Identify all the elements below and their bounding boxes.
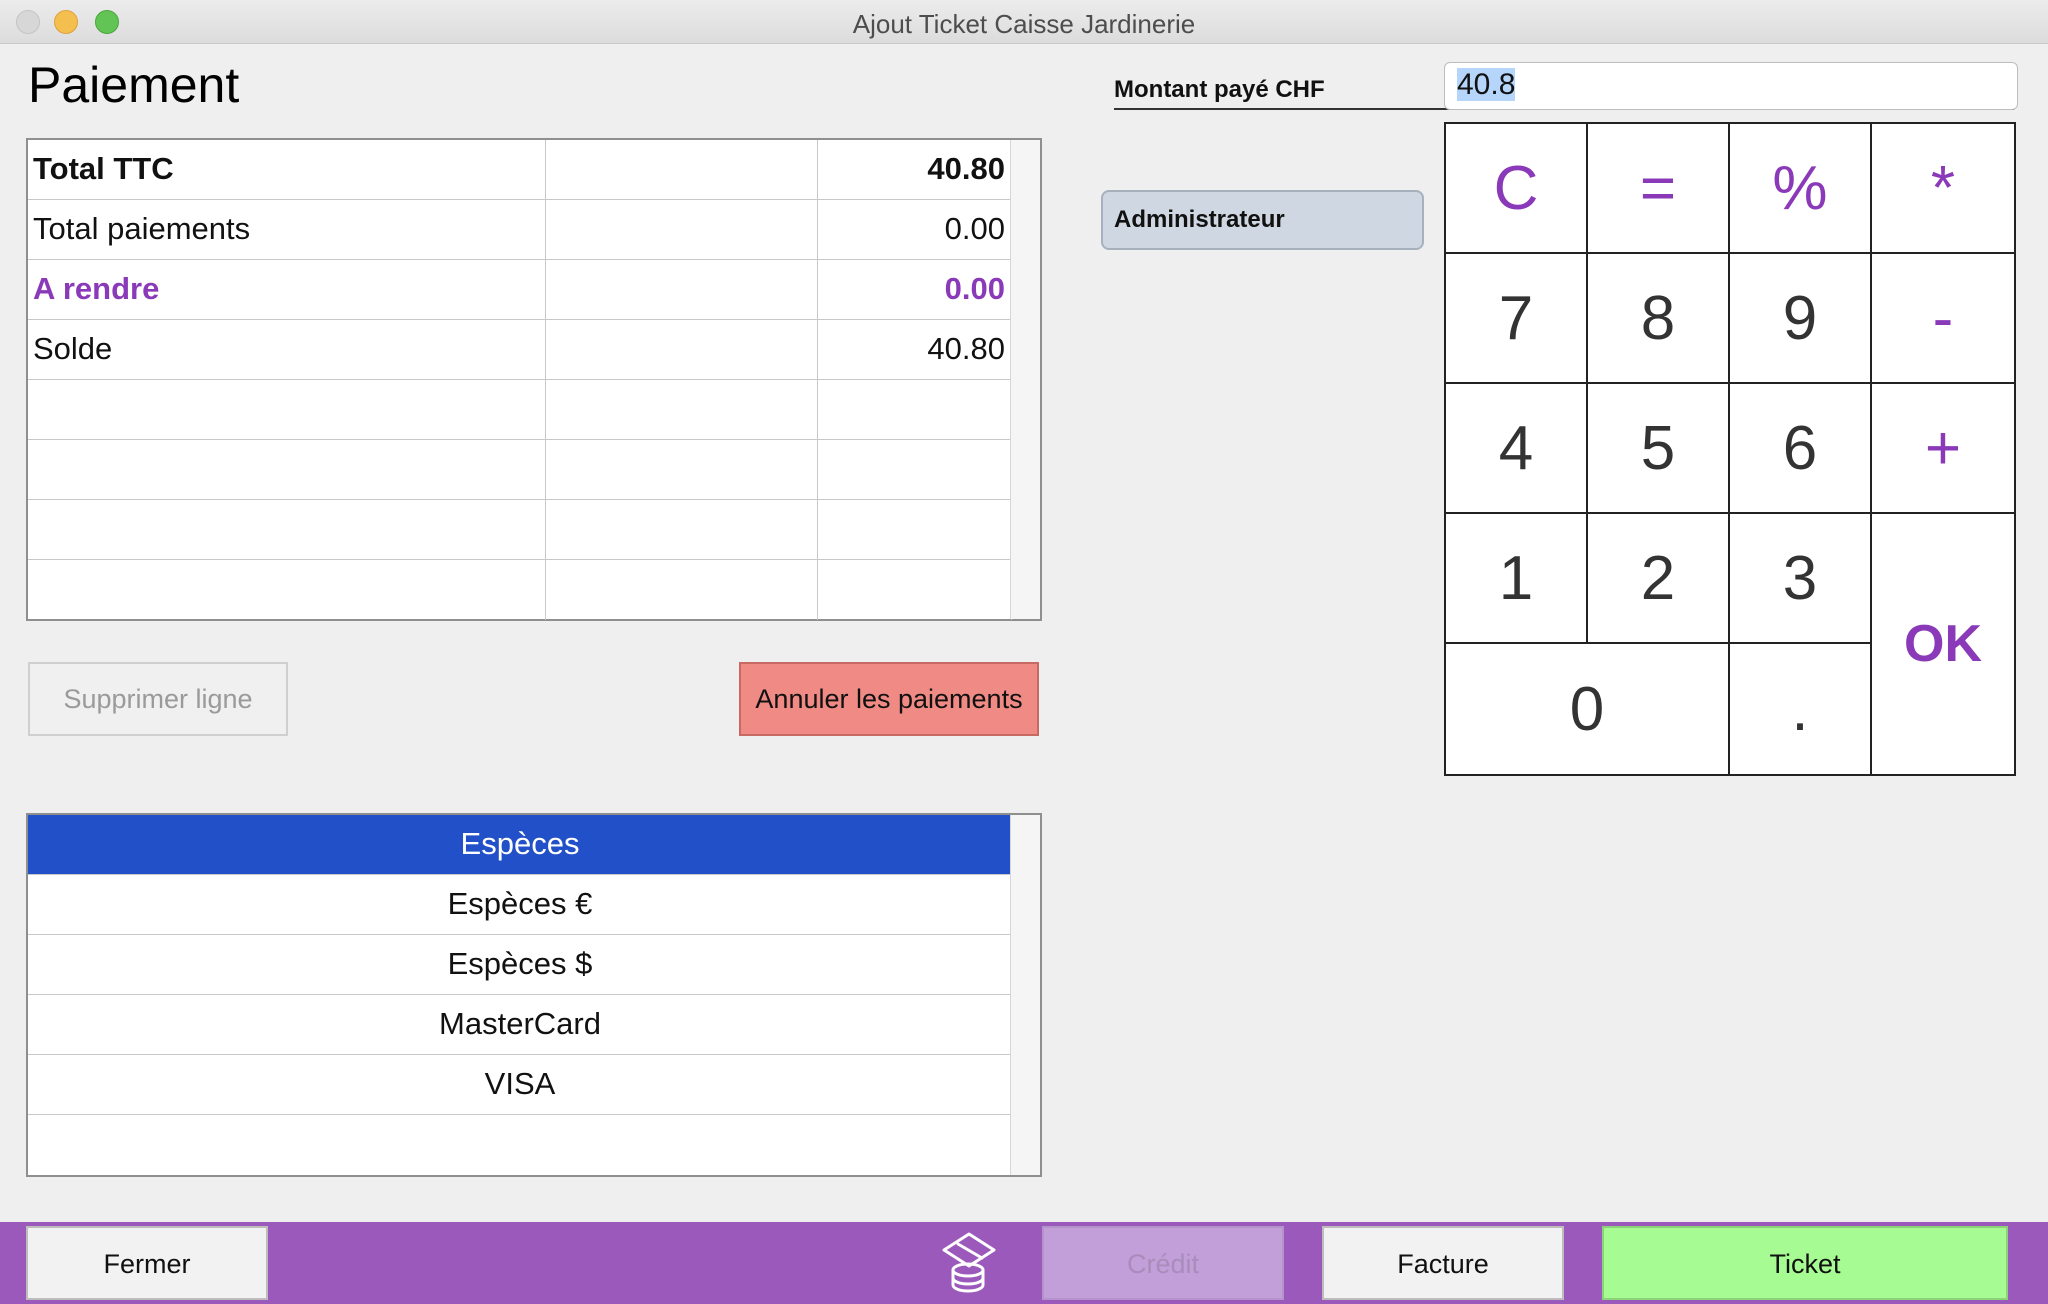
key-multiply[interactable]: * — [1872, 124, 2014, 254]
key-percent[interactable]: % — [1730, 124, 1872, 254]
total-payments-label: Total paiements — [28, 200, 546, 260]
payment-method-visa[interactable]: VISA — [28, 1055, 1012, 1115]
table-row-empty[interactable] — [28, 380, 1012, 440]
key-1[interactable]: 1 — [1446, 514, 1588, 644]
key-4[interactable]: 4 — [1446, 384, 1588, 514]
totals-scrollbar[interactable] — [1010, 140, 1040, 619]
amount-paid-input[interactable]: 40.8 — [1444, 62, 2018, 110]
administrator-button[interactable]: Administrateur — [1101, 190, 1424, 250]
ticket-button[interactable]: Ticket — [1602, 1226, 2008, 1300]
totals-table: Total TTC 40.80 Total paiements 0.00 A r… — [26, 138, 1042, 621]
key-equals[interactable]: = — [1588, 124, 1730, 254]
total-ttc-value: 40.80 — [818, 140, 1012, 200]
table-row-empty[interactable] — [28, 440, 1012, 500]
table-row-empty[interactable] — [28, 500, 1012, 560]
methods-scrollbar[interactable] — [1010, 815, 1040, 1175]
key-clear[interactable]: C — [1446, 124, 1588, 254]
credit-button[interactable]: Crédit — [1042, 1226, 1284, 1300]
cash-drawer-icon[interactable] — [938, 1230, 1000, 1294]
payment-methods-list: Espèces Espèces € Espèces $ MasterCard V… — [26, 813, 1042, 1177]
key-6[interactable]: 6 — [1730, 384, 1872, 514]
payment-method-mastercard[interactable]: MasterCard — [28, 995, 1012, 1055]
change-due-value: 0.00 — [818, 260, 1012, 320]
list-item-empty[interactable] — [28, 1115, 1012, 1175]
key-ok[interactable]: OK — [1872, 514, 2014, 774]
table-cell — [546, 260, 818, 320]
cancel-payments-button[interactable]: Annuler les paiements — [739, 662, 1039, 736]
payment-method-cash[interactable]: Espèces — [28, 815, 1012, 875]
key-decimal[interactable]: . — [1730, 644, 1872, 774]
key-9[interactable]: 9 — [1730, 254, 1872, 384]
page-title: Paiement — [28, 57, 240, 113]
total-ttc-label: Total TTC — [28, 140, 546, 200]
table-row[interactable]: Solde 40.80 — [28, 320, 1012, 380]
change-due-label: A rendre — [28, 260, 546, 320]
amount-paid-value: 40.8 — [1457, 68, 1516, 101]
balance-label: Solde — [28, 320, 546, 380]
window-titlebar: Ajout Ticket Caisse Jardinerie — [0, 0, 2048, 44]
key-7[interactable]: 7 — [1446, 254, 1588, 384]
table-cell — [546, 140, 818, 200]
close-button[interactable]: Fermer — [26, 1226, 268, 1300]
table-cell — [546, 200, 818, 260]
delete-line-button[interactable]: Supprimer ligne — [28, 662, 288, 736]
amount-paid-label: Montant payé CHF — [1114, 76, 1325, 103]
key-5[interactable]: 5 — [1588, 384, 1730, 514]
table-row-empty[interactable] — [28, 560, 1012, 620]
key-8[interactable]: 8 — [1588, 254, 1730, 384]
payment-method-cash-eur[interactable]: Espèces € — [28, 875, 1012, 935]
key-minus[interactable]: - — [1872, 254, 2014, 384]
total-payments-value: 0.00 — [818, 200, 1012, 260]
table-cell — [546, 320, 818, 380]
numeric-keypad: C = % * 7 8 9 - 4 5 6 + 1 2 3 OK 0 . — [1444, 122, 2016, 776]
key-0[interactable]: 0 — [1446, 644, 1730, 774]
table-row[interactable]: A rendre 0.00 — [28, 260, 1012, 320]
key-plus[interactable]: + — [1872, 384, 2014, 514]
key-2[interactable]: 2 — [1588, 514, 1730, 644]
table-row[interactable]: Total TTC 40.80 — [28, 140, 1012, 200]
balance-value: 40.80 — [818, 320, 1012, 380]
payment-method-cash-usd[interactable]: Espèces $ — [28, 935, 1012, 995]
key-3[interactable]: 3 — [1730, 514, 1872, 644]
window-title: Ajout Ticket Caisse Jardinerie — [852, 9, 1196, 39]
table-row[interactable]: Total paiements 0.00 — [28, 200, 1012, 260]
invoice-button[interactable]: Facture — [1322, 1226, 1564, 1300]
